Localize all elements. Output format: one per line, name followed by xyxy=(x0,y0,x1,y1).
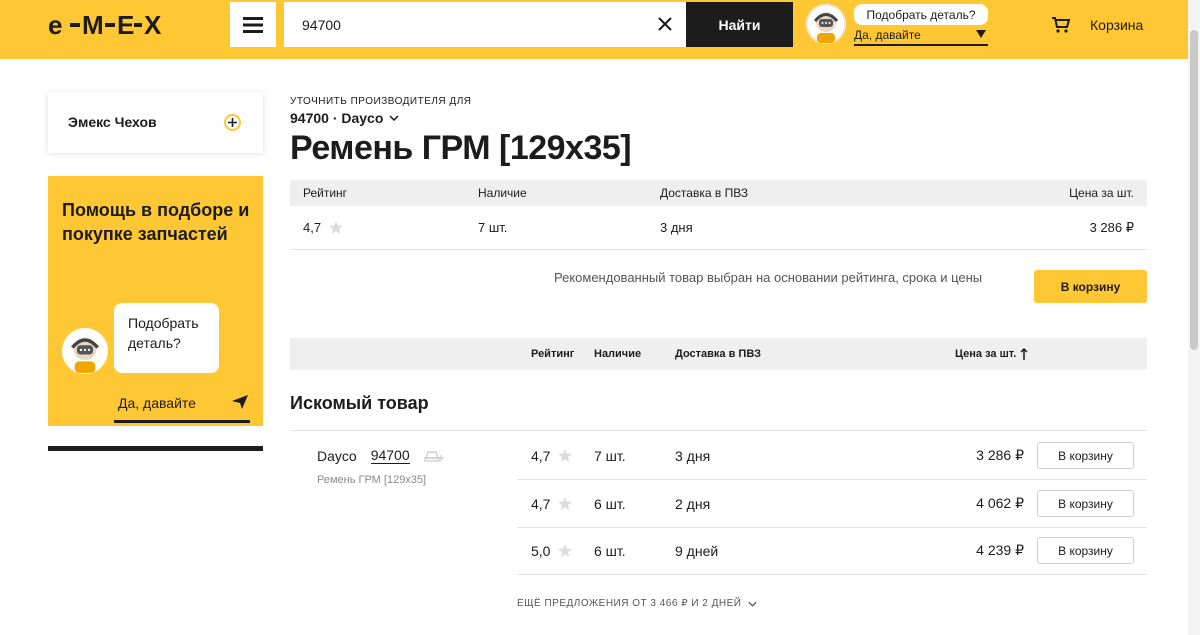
price-value: 4 062 ₽ xyxy=(976,495,1024,511)
offer-row: 5,0 6 шт. 9 дней 4 239 ₽ В корзину xyxy=(517,527,1147,575)
cart-icon xyxy=(1052,17,1070,33)
star-icon xyxy=(558,449,573,462)
emex-logo[interactable]: e M E X xyxy=(48,12,166,38)
price-value: 4 239 ₽ xyxy=(976,542,1024,558)
rating-value: 5,0 xyxy=(531,542,551,559)
menu-button[interactable] xyxy=(230,2,276,47)
stock-value: 7 шт. xyxy=(478,220,508,235)
assistant-yes-link[interactable]: Да, давайте xyxy=(854,28,988,46)
header-stock: Наличие xyxy=(594,348,642,360)
add-to-cart-button[interactable]: В корзину xyxy=(1037,442,1134,469)
delivery-value: 3 дня xyxy=(675,447,711,464)
rating-cell: 5,0 xyxy=(531,527,573,574)
offer-article[interactable]: 94700 xyxy=(370,447,410,464)
header-price: Цена за шт. xyxy=(955,348,1017,360)
car-add-icon[interactable] xyxy=(423,448,444,464)
price-value: 3 286 ₽ xyxy=(1089,219,1134,235)
delivery-value: 9 дней xyxy=(675,542,719,559)
delivery-value: 2 дня xyxy=(675,495,711,512)
cart-label: Корзина xyxy=(1090,17,1144,33)
offers-table-header: Рейтинг Наличие Доставка в ПВЗ Цена за ш… xyxy=(290,338,1147,370)
rating-value: 4,7 xyxy=(531,447,551,464)
header-rating: Рейтинг xyxy=(303,186,348,200)
arrow-up-icon xyxy=(1020,348,1028,360)
close-icon[interactable] xyxy=(656,15,674,33)
offer-brand[interactable]: Dayco xyxy=(317,448,357,464)
page-title: Ремень ГРМ [129x35] xyxy=(290,129,632,167)
star-icon xyxy=(558,497,573,510)
sort-by-price[interactable]: Цена за шт. xyxy=(955,338,1028,370)
stock-value: 6 шт. xyxy=(594,495,626,512)
stock-value: 7 шт. xyxy=(594,447,626,464)
brand-selector-label: 94700 · Dayco xyxy=(290,110,384,126)
refine-label: УТОЧНИТЬ ПРОИЗВОДИТЕЛЯ ДЛЯ xyxy=(290,96,472,107)
divider xyxy=(290,430,1147,431)
add-to-cart-button[interactable]: В корзину xyxy=(1037,490,1134,517)
store-selector[interactable]: Эмекс Чехов xyxy=(48,92,263,153)
more-offers-link[interactable]: ЕЩЁ ПРЕДЛОЖЕНИЯ ОТ 3 466 ₽ И 2 ДНЕЙ xyxy=(517,598,757,609)
offer-row: 4,7 6 шт. 2 дня 4 062 ₽ В корзину xyxy=(517,480,1147,528)
offer-description: Ремень ГРМ [129x35] xyxy=(317,474,427,486)
assistant-avatar xyxy=(62,328,108,374)
add-to-cart-button[interactable]: В корзину xyxy=(1037,537,1134,564)
chevron-down-icon xyxy=(389,115,399,121)
header-rating: Рейтинг xyxy=(531,348,575,360)
assistant-icon xyxy=(806,4,846,44)
search-button[interactable]: Найти xyxy=(686,2,793,47)
rating-cell: 4,7 xyxy=(531,480,573,527)
more-offers-label: ЕЩЁ ПРЕДЛОЖЕНИЯ ОТ 3 466 ₽ И 2 ДНЕЙ xyxy=(517,598,742,609)
header-price: Цена за шт. xyxy=(1069,186,1134,200)
star-icon xyxy=(558,544,573,557)
help-yes-link[interactable]: Да, давайте xyxy=(114,395,250,423)
help-card: Помощь в подборе и покупке запчастей Под… xyxy=(48,176,263,426)
star-icon xyxy=(329,221,344,234)
header-delivery: Доставка в ПВЗ xyxy=(660,186,749,200)
scrollbar-thumb[interactable] xyxy=(1190,30,1198,350)
rating-cell: 4,7 xyxy=(531,432,573,479)
recommended-row: 4,7 7 шт. 3 дня 3 286 ₽ xyxy=(290,206,1147,250)
svg-text:E: E xyxy=(117,12,134,38)
assistant-bubble: Подобрать деталь? xyxy=(854,4,988,25)
delivery-value: 3 дня xyxy=(660,220,693,235)
offer-brand-line: Dayco 94700 xyxy=(317,447,444,464)
chevron-down-icon xyxy=(747,601,757,607)
sidebar-divider xyxy=(48,446,263,451)
store-name: Эмекс Чехов xyxy=(68,114,157,130)
search-box xyxy=(284,2,686,47)
rating-cell: 4,7 xyxy=(303,206,344,249)
add-to-cart-button[interactable]: В корзину xyxy=(1034,270,1147,303)
assistant-avatar[interactable] xyxy=(806,4,846,44)
help-title: Помощь в подборе и покупке запчастей xyxy=(62,200,250,244)
stock-value: 6 шт. xyxy=(594,542,626,559)
assistant-yes-label: Да, давайте xyxy=(854,28,921,42)
rating-value: 4,7 xyxy=(531,495,551,512)
assistant-icon xyxy=(63,329,107,373)
svg-text:X: X xyxy=(144,12,162,38)
svg-text:M: M xyxy=(82,12,104,38)
help-bubble: Подобрать деталь? xyxy=(114,303,219,373)
recommendation-note: Рекомендованный товар выбран на основани… xyxy=(554,270,983,285)
header-delivery: Доставка в ПВЗ xyxy=(675,348,762,360)
cart-link[interactable]: Корзина xyxy=(1052,14,1143,36)
header: e M E X Найти Подобрать xyxy=(0,0,1200,59)
recommended-table-header: Рейтинг Наличие Доставка в ПВЗ Цена за ш… xyxy=(290,180,1147,206)
hamburger-icon xyxy=(243,16,263,33)
offer-row: 4,7 7 шт. 3 дня 3 286 ₽ В корзину xyxy=(517,432,1147,480)
svg-text:e: e xyxy=(48,12,62,38)
brand-selector[interactable]: 94700 · Dayco xyxy=(290,110,399,126)
help-yes-label: Да, давайте xyxy=(118,395,196,411)
section-title: Искомый товар xyxy=(290,393,429,413)
rating-value: 4,7 xyxy=(303,220,322,235)
header-stock: Наличие xyxy=(478,186,527,200)
plus-icon[interactable] xyxy=(224,114,241,131)
send-icon xyxy=(976,30,986,38)
search-input[interactable] xyxy=(284,2,644,47)
send-icon xyxy=(232,395,248,409)
price-value: 3 286 ₽ xyxy=(976,447,1024,463)
